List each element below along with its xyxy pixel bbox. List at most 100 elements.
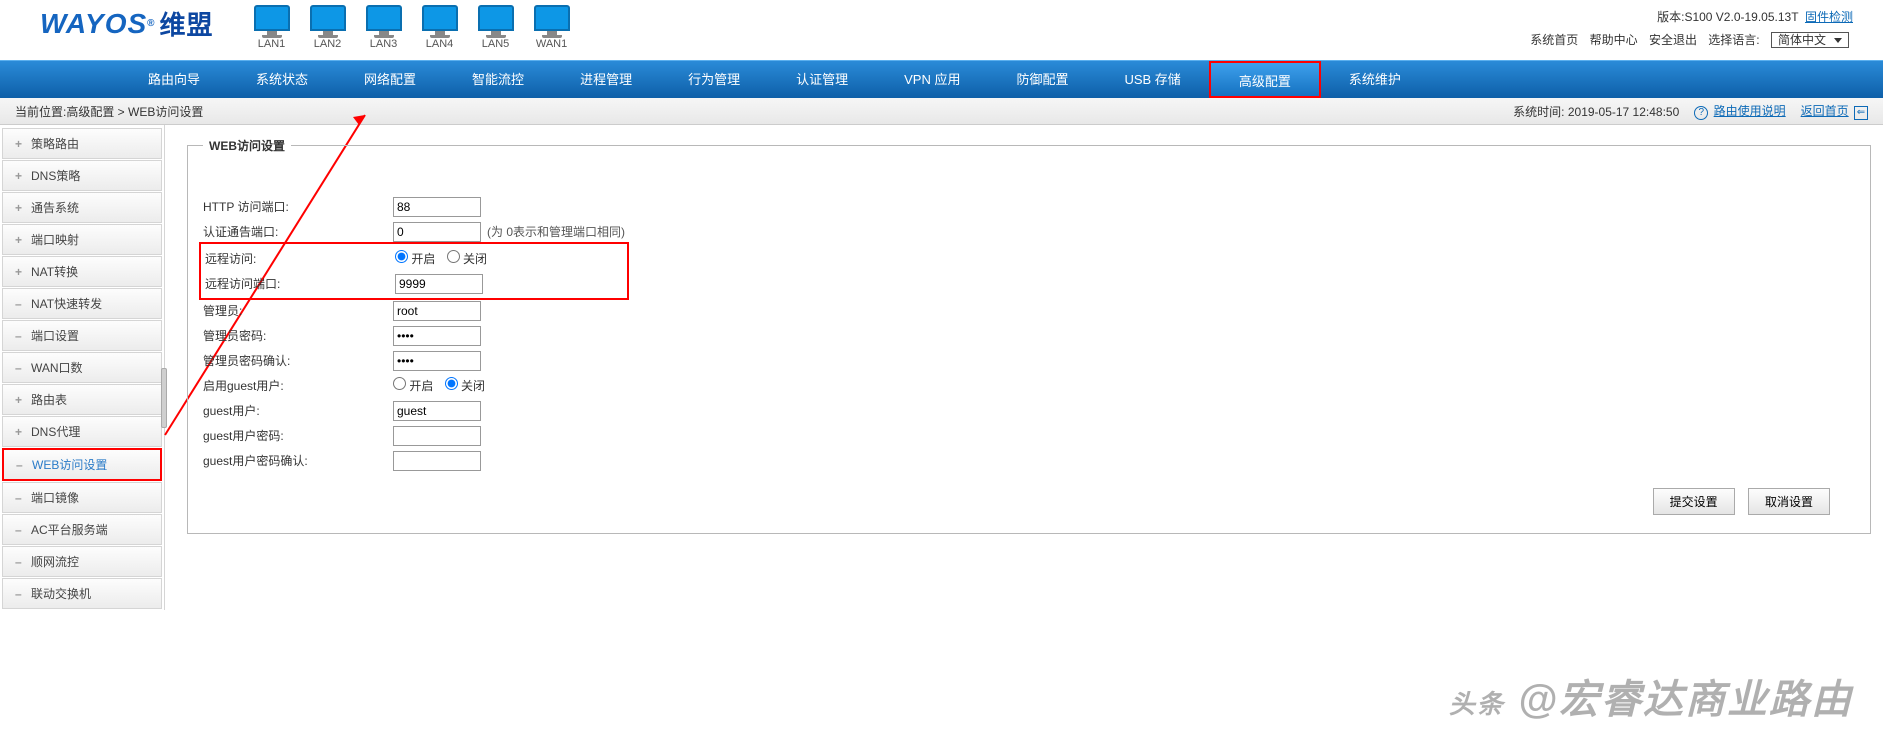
sidebar-item-0[interactable]: +策略路由: [2, 128, 162, 159]
annotation-highlight-box: 远程访问: 开启 关闭 远程访问端口:: [199, 242, 629, 300]
nav-item-9[interactable]: USB 存储: [1096, 61, 1208, 98]
admin-pwd2-label: 管理员密码确认:: [203, 352, 393, 369]
guest-pwd-label: guest用户密码:: [203, 427, 393, 444]
nav-item-2[interactable]: 网络配置: [336, 61, 444, 98]
sidebar-item-12[interactable]: –AC平台服务端: [2, 514, 162, 545]
sidebar-item-7[interactable]: –WAN口数: [2, 352, 162, 383]
panel-legend: WEB访问设置: [203, 137, 291, 154]
guest-user-label: guest用户:: [203, 402, 393, 419]
interface-lan3[interactable]: LAN3: [366, 5, 402, 50]
content: WEB访问设置 HTTP 访问端口: 认证通告端口: (为 0表示和管理端口相同…: [165, 125, 1883, 610]
brand-en: WAYOS: [40, 8, 147, 40]
guest-enable-label: 启用guest用户:: [203, 377, 393, 394]
guest-pwd2-label: guest用户密码确认:: [203, 452, 393, 469]
remote-port-input[interactable]: [395, 274, 483, 294]
expand-icon: –: [15, 523, 25, 537]
sidebar-item-5[interactable]: –NAT快速转发: [2, 288, 162, 319]
interface-wan1[interactable]: WAN1: [534, 5, 570, 50]
sidebar-item-6[interactable]: –端口设置: [2, 320, 162, 351]
expand-icon: +: [15, 201, 25, 215]
link-help[interactable]: 帮助中心: [1590, 33, 1638, 47]
expand-icon: –: [16, 458, 26, 472]
admin-pwd-input[interactable]: [393, 326, 481, 346]
expand-icon: –: [15, 587, 25, 601]
expand-icon: –: [15, 329, 25, 343]
nav-item-11[interactable]: 系统维护: [1321, 61, 1429, 98]
admin-pwd2-input[interactable]: [393, 351, 481, 371]
version-label: 版本:S100 V2.0-19.05.13T: [1657, 10, 1798, 24]
interface-lan1[interactable]: LAN1: [254, 5, 290, 50]
interface-lan4[interactable]: LAN4: [422, 5, 458, 50]
nav-item-4[interactable]: 进程管理: [552, 61, 660, 98]
chevron-down-icon: [1834, 38, 1842, 43]
expand-icon: –: [15, 297, 25, 311]
watermark: 头条 @宏睿达商业路由: [1449, 667, 1853, 725]
sidebar-item-3[interactable]: +端口映射: [2, 224, 162, 255]
admin-pwd-label: 管理员密码:: [203, 327, 393, 344]
interface-lan2[interactable]: LAN2: [310, 5, 346, 50]
expand-icon: +: [15, 233, 25, 247]
firmware-check-link[interactable]: 固件检测: [1805, 10, 1853, 24]
admin-label: 管理员:: [203, 302, 393, 319]
remote-access-off[interactable]: 关闭: [447, 252, 487, 266]
guest-enable-on[interactable]: 开启: [393, 379, 433, 393]
cancel-button[interactable]: 取消设置: [1748, 488, 1830, 515]
nav-item-6[interactable]: 认证管理: [768, 61, 876, 98]
sidebar-item-14[interactable]: –联动交换机: [2, 578, 162, 609]
expand-icon: +: [15, 137, 25, 151]
back-link[interactable]: 返回首页: [1801, 104, 1849, 118]
guest-pwd2-input[interactable]: [393, 451, 481, 471]
guest-pwd-input[interactable]: [393, 426, 481, 446]
expand-icon: –: [15, 491, 25, 505]
nav-item-8[interactable]: 防御配置: [988, 61, 1096, 98]
sidebar-item-13[interactable]: –顺网流控: [2, 546, 162, 577]
header-right: 版本:S100 V2.0-19.05.13T 固件检测 系统首页 帮助中心 安全…: [1526, 8, 1853, 48]
auth-port-hint: (为 0表示和管理端口相同): [487, 223, 625, 240]
link-home[interactable]: 系统首页: [1530, 33, 1578, 47]
auth-port-label: 认证通告端口:: [203, 223, 393, 240]
sidebar-item-10[interactable]: –WEB访问设置: [2, 448, 162, 481]
nav-item-0[interactable]: 路由向导: [120, 61, 228, 98]
sidebar-item-8[interactable]: +路由表: [2, 384, 162, 415]
expand-icon: +: [15, 265, 25, 279]
brand-reg: ®: [147, 18, 155, 29]
sidebar-item-2[interactable]: +通告系统: [2, 192, 162, 223]
expand-icon: +: [15, 393, 25, 407]
remote-access-on[interactable]: 开启: [395, 252, 435, 266]
nav-item-7[interactable]: VPN 应用: [876, 61, 988, 98]
expand-icon: +: [15, 169, 25, 183]
guest-enable-off[interactable]: 关闭: [445, 379, 485, 393]
expand-icon: –: [15, 361, 25, 375]
sidebar: +策略路由+DNS策略+通告系统+端口映射+NAT转换–NAT快速转发–端口设置…: [0, 125, 165, 610]
breadcrumb-bar: 当前位置:高级配置 > WEB访问设置 系统时间: 2019-05-17 12:…: [0, 98, 1883, 125]
nav-item-3[interactable]: 智能流控: [444, 61, 552, 98]
guest-user-input[interactable]: [393, 401, 481, 421]
expand-icon: +: [15, 425, 25, 439]
interface-lan5[interactable]: LAN5: [478, 5, 514, 50]
lang-select[interactable]: 简体中文: [1771, 32, 1849, 48]
sidebar-item-4[interactable]: +NAT转换: [2, 256, 162, 287]
brand-cn: 维盟: [160, 5, 214, 42]
sidebar-list: +策略路由+DNS策略+通告系统+端口映射+NAT转换–NAT快速转发–端口设置…: [0, 128, 164, 609]
help-link[interactable]: 路由使用说明: [1714, 104, 1786, 118]
remote-access-label: 远程访问:: [205, 250, 395, 267]
sidebar-item-9[interactable]: +DNS代理: [2, 416, 162, 447]
home-arrow-icon: ⇐: [1854, 106, 1868, 120]
interface-list: LAN1 LAN2 LAN3 LAN4 LAN5 WAN1: [254, 5, 570, 50]
systime-value: 2019-05-17 12:48:50: [1568, 105, 1679, 119]
nav-item-10[interactable]: 高级配置: [1209, 61, 1321, 98]
auth-port-input[interactable]: [393, 222, 481, 242]
expand-icon: –: [15, 555, 25, 569]
web-access-panel: WEB访问设置 HTTP 访问端口: 认证通告端口: (为 0表示和管理端口相同…: [187, 137, 1871, 534]
sidebar-item-1[interactable]: +DNS策略: [2, 160, 162, 191]
link-logout[interactable]: 安全退出: [1649, 33, 1697, 47]
http-port-input[interactable]: [393, 197, 481, 217]
admin-input[interactable]: [393, 301, 481, 321]
submit-button[interactable]: 提交设置: [1653, 488, 1735, 515]
nav-item-5[interactable]: 行为管理: [660, 61, 768, 98]
lang-label: 选择语言:: [1708, 33, 1759, 47]
breadcrumb: 当前位置:高级配置 > WEB访问设置: [15, 103, 203, 120]
sidebar-item-11[interactable]: –端口镜像: [2, 482, 162, 513]
http-port-label: HTTP 访问端口:: [203, 198, 393, 215]
nav-item-1[interactable]: 系统状态: [228, 61, 336, 98]
